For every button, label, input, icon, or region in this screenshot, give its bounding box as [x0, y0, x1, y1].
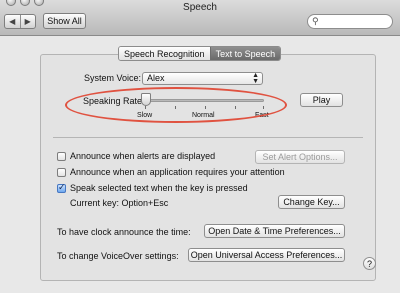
announce-alerts-label: Announce when alerts are displayed — [70, 151, 216, 161]
voiceover-settings-label: To change VoiceOver settings: — [57, 251, 179, 261]
tab-speech-recognition[interactable]: Speech Recognition — [119, 47, 210, 60]
play-button[interactable]: Play — [300, 93, 343, 107]
tab-bar: Speech Recognition Text to Speech — [118, 46, 282, 61]
current-key-label: Current key: Option+Esc — [70, 198, 169, 208]
clock-announce-label: To have clock announce the time: — [57, 227, 191, 237]
system-voice-value: Alex — [147, 73, 165, 83]
slider-tick — [205, 106, 206, 109]
show-all-button[interactable]: Show All — [43, 13, 86, 29]
rate-slow-label: Slow — [137, 112, 153, 119]
system-voice-label: System Voice: — [84, 73, 142, 83]
speaking-rate-label: Speaking Rate: — [83, 96, 145, 106]
announce-attention-label: Announce when an application requires yo… — [70, 167, 285, 177]
search-field[interactable]: ⚲ — [307, 14, 393, 29]
slider-tick — [235, 106, 236, 109]
system-voice-popup[interactable]: Alex ▲ ▼ — [142, 72, 263, 85]
back-arrow-icon[interactable]: ◀ — [5, 15, 20, 28]
set-alert-options-button[interactable]: Set Alert Options... — [255, 150, 345, 164]
window-title: Speech — [183, 2, 217, 13]
announce-attention-checkbox[interactable] — [57, 168, 66, 177]
forward-arrow-icon[interactable]: ▶ — [19, 15, 36, 28]
speak-selected-text-checkbox[interactable] — [57, 182, 66, 193]
popup-arrows-icon: ▲ ▼ — [252, 72, 259, 85]
slider-tick — [175, 106, 176, 109]
title-bar: Speech ◀ ▶ Show All ⚲ — [0, 0, 400, 36]
speech-window: Speech ◀ ▶ Show All ⚲ Speech Recognition… — [0, 0, 400, 293]
back-forward-control: ◀ ▶ — [4, 14, 36, 29]
speaking-rate-slider[interactable] — [144, 99, 264, 102]
announce-alerts-checkbox[interactable] — [57, 152, 66, 161]
rate-fast-label: Fast — [255, 112, 269, 119]
help-button[interactable]: ? — [363, 257, 376, 270]
rate-normal-label: Normal — [192, 112, 215, 119]
change-key-button[interactable]: Change Key... — [278, 195, 345, 209]
separator — [53, 137, 363, 138]
speak-selected-text-label: Speak selected text when the key is pres… — [70, 183, 248, 193]
tab-text-to-speech[interactable]: Text to Speech — [209, 47, 281, 60]
speaking-rate-slider-thumb[interactable] — [141, 93, 151, 106]
open-universal-access-preferences-button[interactable]: Open Universal Access Preferences... — [188, 248, 345, 262]
slider-tick — [263, 106, 264, 109]
search-icon: ⚲ — [312, 16, 319, 26]
slider-tick — [145, 106, 146, 109]
open-date-time-preferences-button[interactable]: Open Date & Time Preferences... — [204, 224, 345, 238]
